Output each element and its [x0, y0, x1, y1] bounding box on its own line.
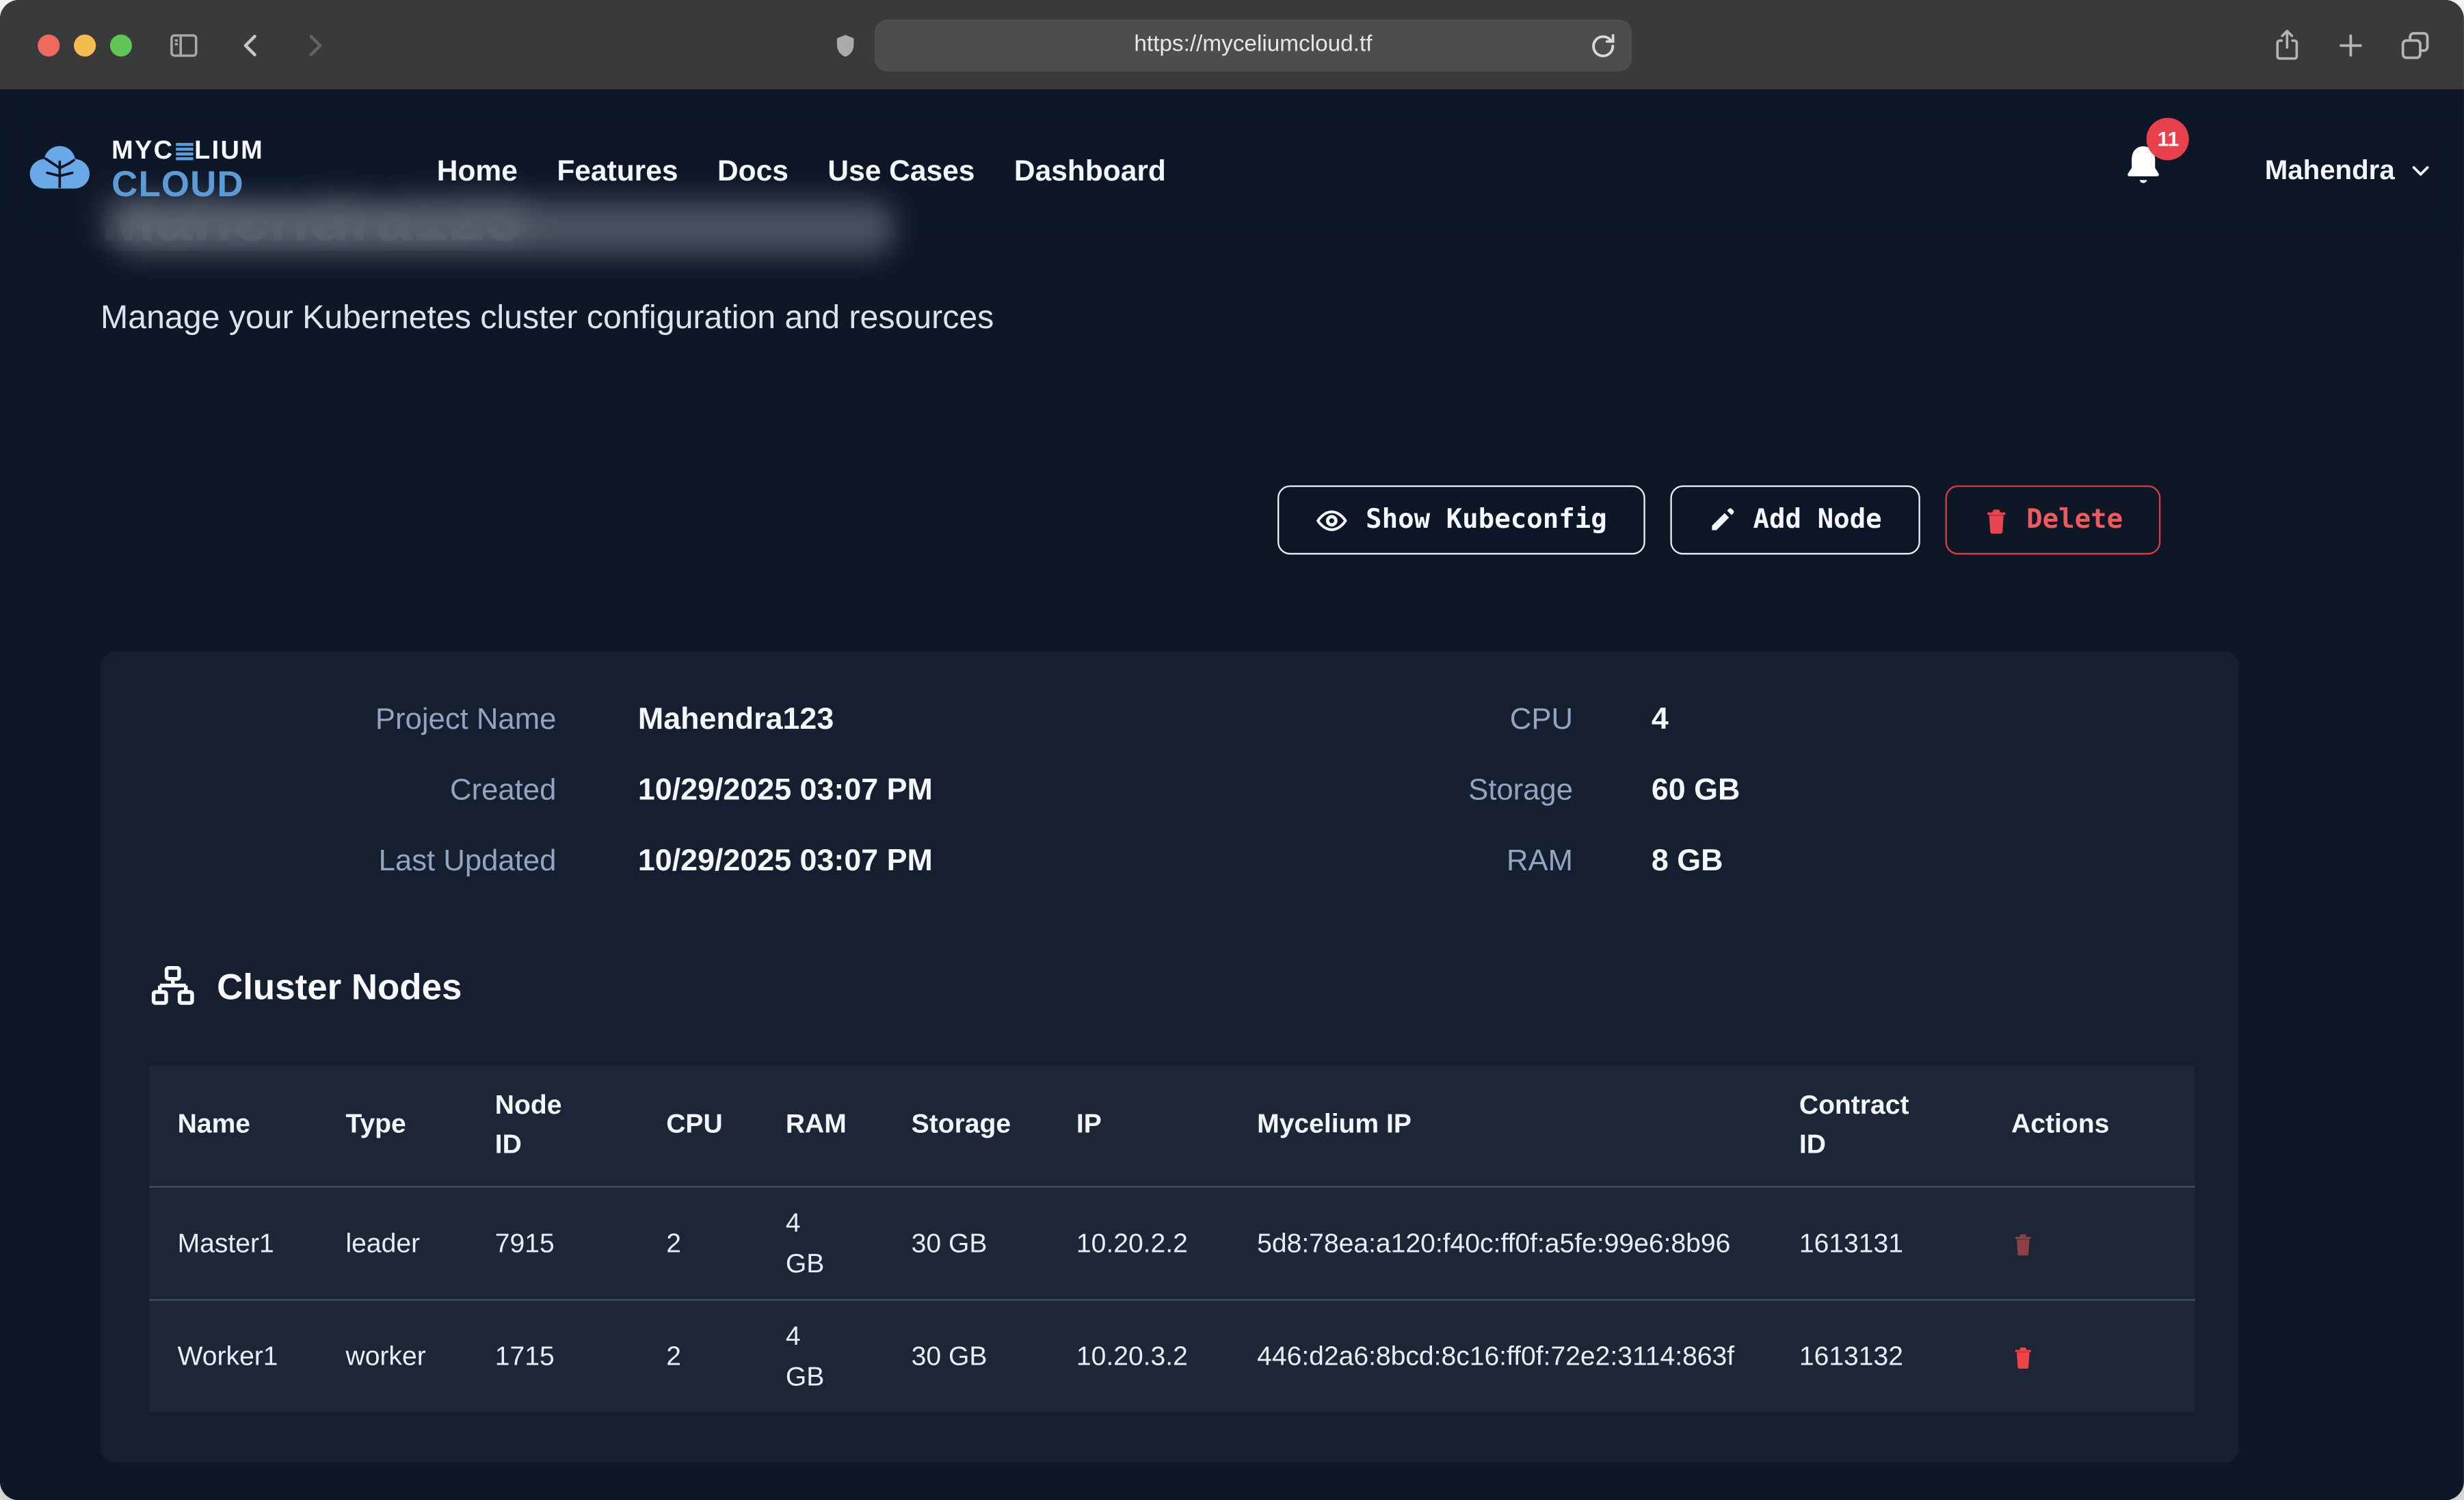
notifications-button[interactable]: 11	[2120, 139, 2173, 202]
address-bar[interactable]: https://myceliumcloud.tf	[875, 19, 1632, 71]
user-name: Mahendra	[2265, 154, 2395, 187]
col-header-cpu: CPU	[638, 1065, 758, 1187]
sidebar-toggle-icon[interactable]	[167, 27, 202, 62]
chevron-down-icon	[2409, 159, 2432, 182]
back-icon[interactable]	[236, 29, 267, 61]
show-kubeconfig-button[interactable]: Show Kubeconfig	[1277, 485, 1645, 554]
cell-actions	[1983, 1301, 2195, 1412]
col-header-name: Name	[149, 1065, 317, 1187]
traffic-lights	[38, 34, 132, 55]
nav-home[interactable]: Home	[437, 153, 518, 188]
browser-toolbar: https://myceliumcloud.tf	[0, 0, 2464, 90]
delete-node-button[interactable]	[2011, 1230, 2035, 1258]
created-label: Created	[148, 775, 556, 809]
delete-cluster-button[interactable]: Delete	[1945, 485, 2161, 554]
project-name-value: Mahendra123	[638, 702, 834, 738]
col-header-mycelium-ip: Mycelium IP	[1229, 1065, 1771, 1187]
ram-label: RAM	[1180, 845, 1573, 880]
cell-name: Worker1	[149, 1301, 317, 1412]
zoom-window-button[interactable]	[110, 34, 132, 55]
nav-dashboard[interactable]: Dashboard	[1014, 153, 1166, 188]
storage-value: 60 GB	[1652, 773, 1740, 809]
cell-storage: 30 GB	[883, 1301, 1048, 1412]
pencil-icon	[1708, 506, 1736, 534]
minimize-window-button[interactable]	[74, 34, 96, 55]
trash-icon	[2015, 1234, 2031, 1255]
site-header: MYCLIUM CLOUD Home Features Docs Use Cas…	[0, 90, 2464, 252]
page-body: Mahendra123 Manage your Kubernetes clust…	[0, 90, 2464, 1500]
col-header-contract-id: Contract ID	[1771, 1065, 1983, 1187]
cloud-logo-icon	[23, 142, 96, 199]
trash-icon	[1983, 505, 2009, 535]
cell-ip: 10.20.3.2	[1048, 1301, 1229, 1412]
cell-mycelium-ip: 5d8:78ea:a120:f40c:ff0f:a5fe:99e6:8b96	[1229, 1188, 1771, 1300]
main-nav: Home Features Docs Use Cases Dashboard	[437, 153, 1166, 188]
cell-node-id: 1715	[466, 1301, 637, 1412]
notification-badge: 11	[2147, 117, 2189, 159]
url-text: https://myceliumcloud.tf	[1134, 32, 1372, 57]
table-header-row: Name Type Node ID CPU RAM Storage IP Myc…	[149, 1065, 2195, 1187]
cell-contract-id: 1613131	[1771, 1188, 1983, 1300]
add-node-label: Add Node	[1753, 505, 1882, 536]
cell-contract-id: 1613132	[1771, 1301, 1983, 1412]
delete-label: Delete	[2026, 505, 2123, 536]
cell-cpu: 2	[638, 1188, 758, 1300]
table-row: Master1 leader 7915 2 4 GB 30 GB 10.20.2…	[149, 1188, 2195, 1300]
cpu-value: 4	[1652, 702, 1669, 738]
forward-icon[interactable]	[299, 29, 330, 61]
logo-line1: MYCLIUM	[111, 139, 264, 165]
logo-line2: CLOUD	[111, 166, 264, 202]
share-icon[interactable]	[2270, 27, 2303, 63]
col-header-storage: Storage	[883, 1065, 1048, 1187]
eye-icon	[1316, 503, 1349, 536]
trash-icon	[2015, 1347, 2031, 1368]
cluster-details-card: Project Name Mahendra123 Created 10/29/2…	[101, 652, 2239, 1463]
ram-value: 8 GB	[1652, 844, 1723, 880]
new-tab-icon[interactable]	[2335, 29, 2366, 61]
created-value: 10/29/2025 03:07 PM	[638, 773, 933, 809]
nav-docs[interactable]: Docs	[717, 153, 789, 188]
cell-ram: 4 GB	[757, 1188, 883, 1300]
last-updated-label: Last Updated	[148, 845, 556, 880]
nav-use-cases[interactable]: Use Cases	[827, 153, 975, 188]
nav-features[interactable]: Features	[557, 153, 678, 188]
last-updated-value: 10/29/2025 03:07 PM	[638, 844, 933, 880]
reload-icon[interactable]	[1585, 28, 1617, 61]
col-header-node-id: Node ID	[466, 1065, 637, 1187]
table-row: Worker1 worker 1715 2 4 GB 30 GB 10.20.3…	[149, 1301, 2195, 1412]
storage-label: Storage	[1180, 775, 1573, 809]
site-logo[interactable]: MYCLIUM CLOUD	[23, 139, 264, 202]
col-header-ram: RAM	[757, 1065, 883, 1187]
col-header-ip: IP	[1048, 1065, 1229, 1187]
cluster-nodes-title: Cluster Nodes	[217, 965, 462, 1008]
cluster-nodes-table: Name Type Node ID CPU RAM Storage IP Myc…	[149, 1065, 2195, 1412]
cell-actions	[1983, 1188, 2195, 1300]
project-name-label: Project Name	[148, 704, 556, 738]
delete-node-button[interactable]	[2011, 1343, 2035, 1371]
add-node-button[interactable]: Add Node	[1670, 485, 1920, 554]
show-kubeconfig-label: Show Kubeconfig	[1366, 505, 1607, 536]
col-header-type: Type	[317, 1065, 466, 1187]
cell-mycelium-ip: 446:d2a6:8bcd:8c16:ff0f:72e2:3114:863f	[1229, 1301, 1771, 1412]
privacy-shield-icon[interactable]	[832, 28, 859, 61]
cell-storage: 30 GB	[883, 1188, 1048, 1300]
tabs-overview-icon[interactable]	[2398, 27, 2433, 62]
cell-name: Master1	[149, 1188, 317, 1300]
logo-e-bars	[176, 143, 193, 160]
cell-node-id: 7915	[466, 1188, 637, 1300]
cell-type: worker	[317, 1301, 466, 1412]
page-subtitle: Manage your Kubernetes cluster configura…	[101, 300, 994, 338]
blurred-title-smear	[110, 201, 896, 254]
cell-cpu: 2	[638, 1301, 758, 1412]
cell-ram: 4 GB	[757, 1301, 883, 1412]
cpu-label: CPU	[1180, 704, 1573, 738]
close-window-button[interactable]	[38, 34, 59, 55]
browser-window: https://myceliumcloud.tf	[0, 0, 2464, 1500]
col-header-actions: Actions	[1983, 1065, 2195, 1187]
cell-ip: 10.20.2.2	[1048, 1188, 1229, 1300]
cluster-network-icon	[149, 963, 196, 1010]
cell-type: leader	[317, 1188, 466, 1300]
user-menu[interactable]: Mahendra	[2265, 154, 2433, 187]
